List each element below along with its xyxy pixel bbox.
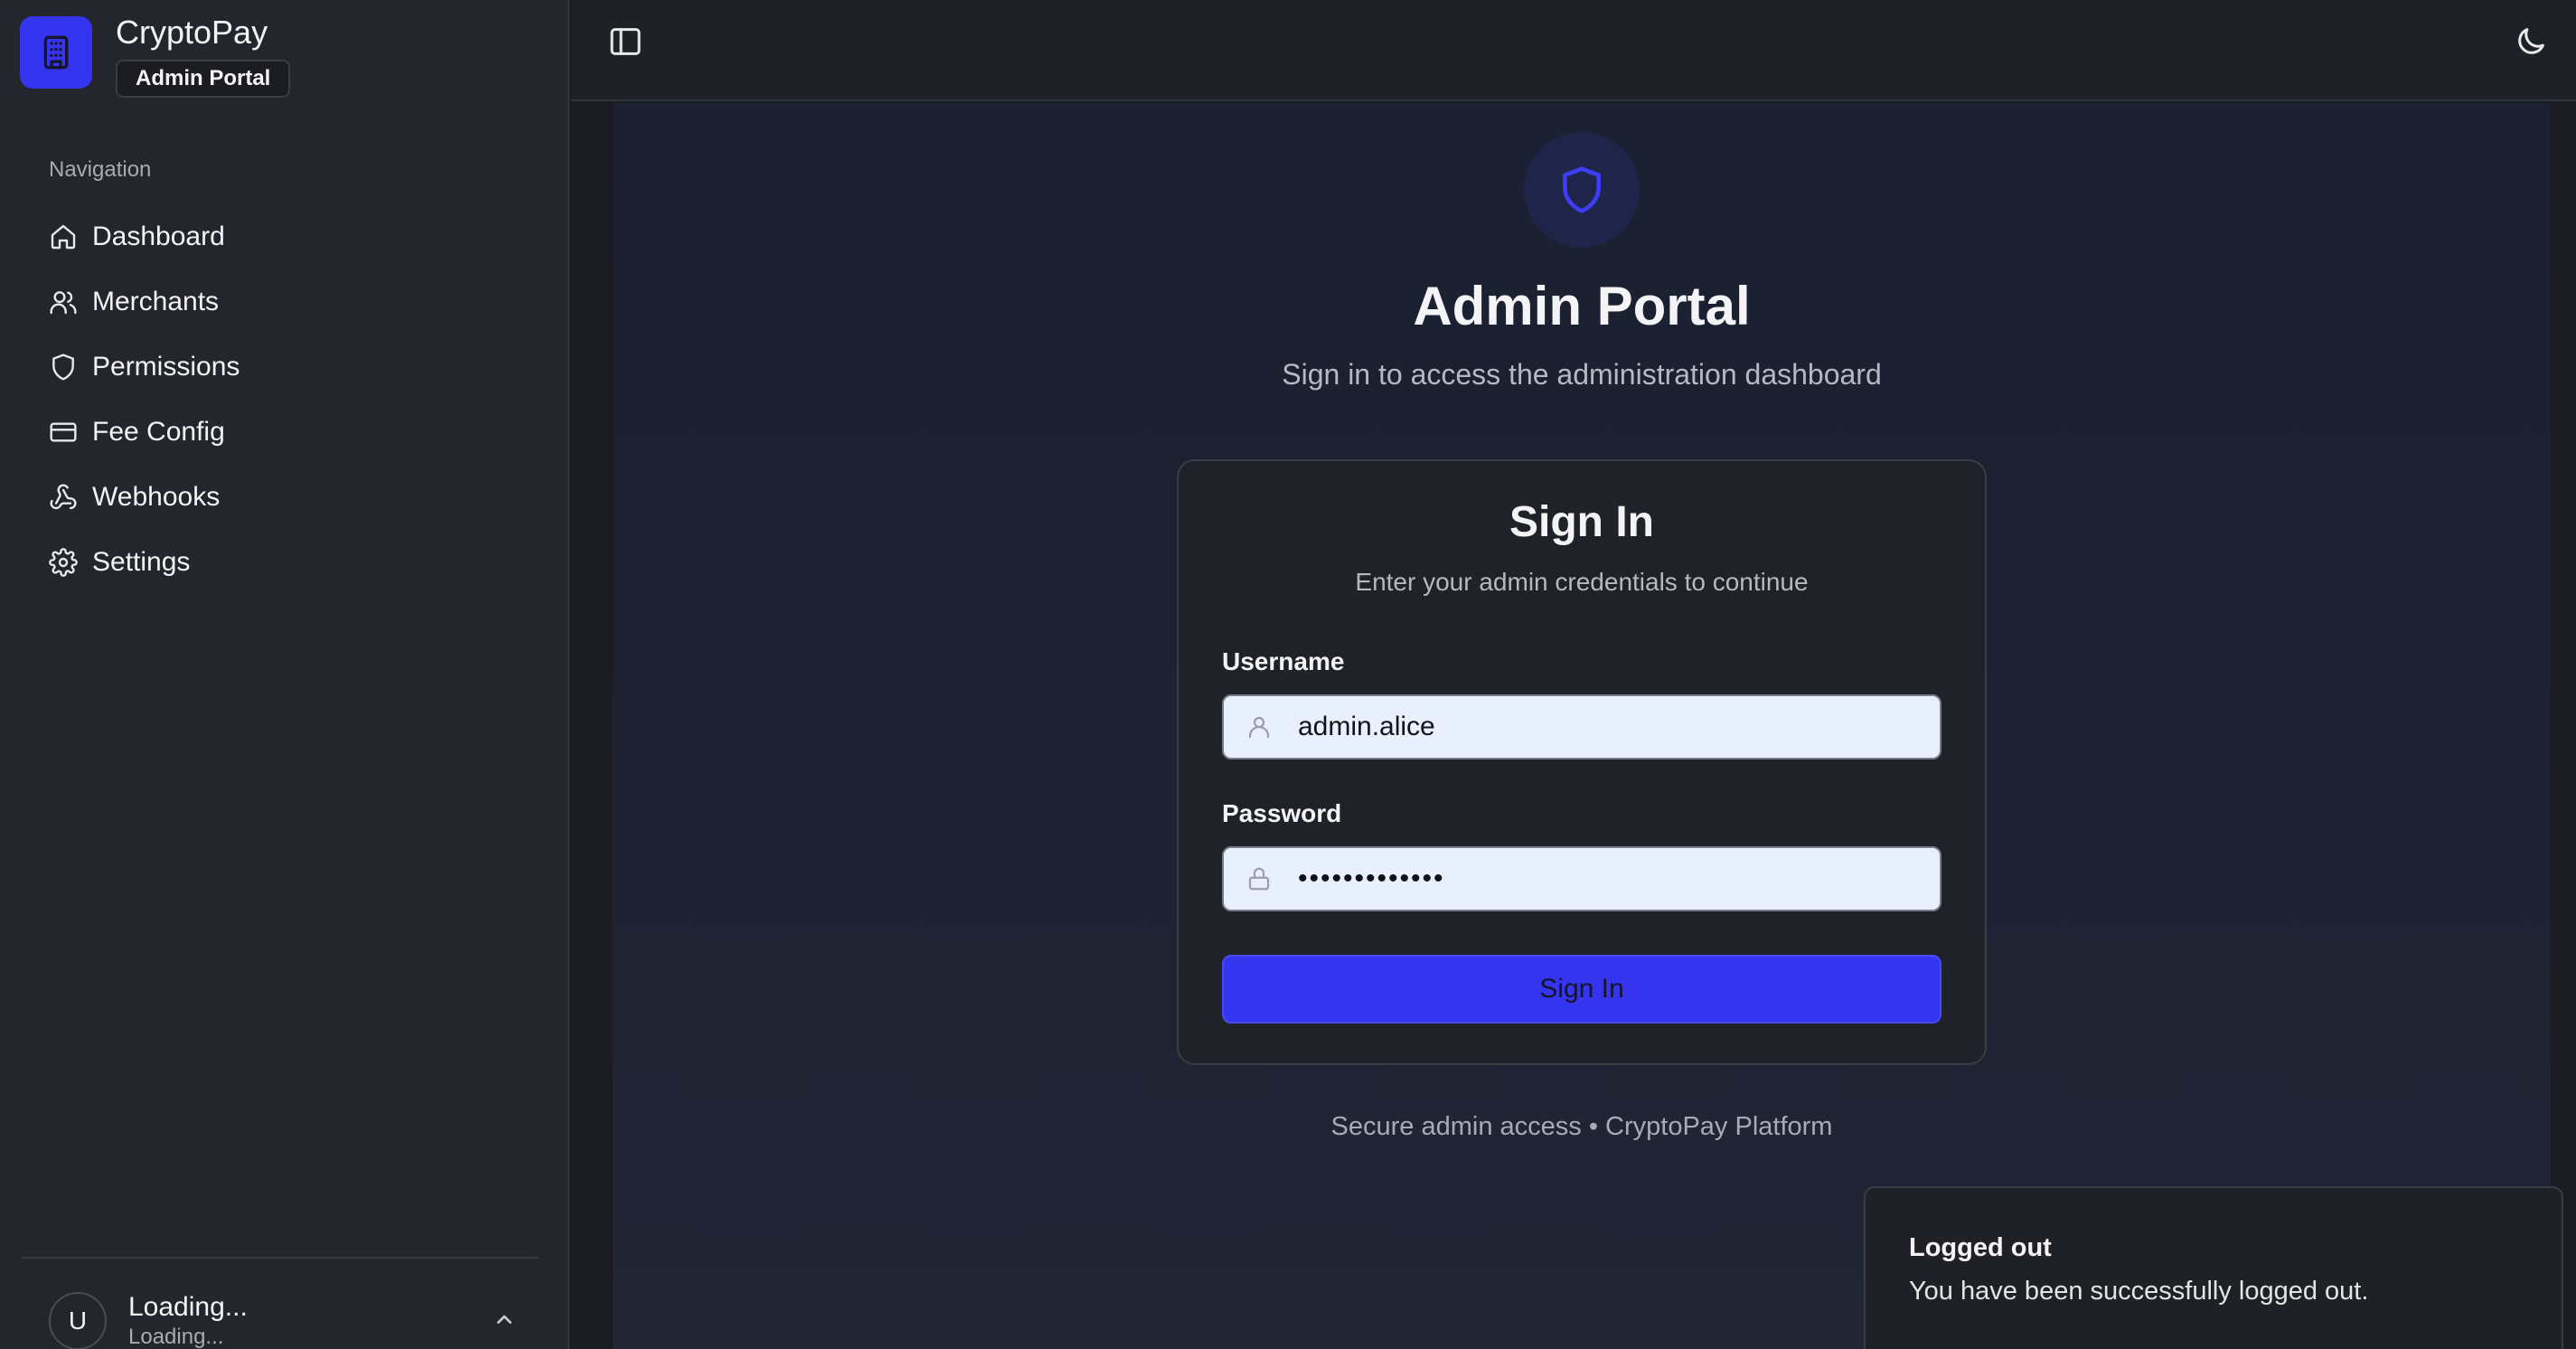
card-title: Sign In xyxy=(1509,498,1654,546)
brand-name: CryptoPay xyxy=(116,14,268,51)
sidebar-divider xyxy=(22,1257,539,1259)
sidebar: CryptoPay Admin Portal Navigation Dashbo… xyxy=(0,0,569,1349)
password-label: Password xyxy=(1222,799,1342,827)
shield-icon xyxy=(52,354,74,381)
sidebar-item-merchants[interactable]: Merchants xyxy=(49,269,240,335)
gear-icon xyxy=(49,548,78,577)
toast-title: Logged out xyxy=(1909,1233,2052,1262)
credit-card-icon xyxy=(50,422,77,442)
sidebar-item-label: Dashboard xyxy=(92,222,225,251)
username-value: admin.alice xyxy=(1298,712,1435,741)
shield-badge xyxy=(1524,132,1640,248)
user-icon xyxy=(1248,716,1270,739)
signin-card: Sign In Enter your admin credentials to … xyxy=(1177,459,1987,1065)
sidebar-item-label: Permissions xyxy=(92,352,240,382)
topbar xyxy=(571,0,2576,101)
username-label: Username xyxy=(1222,647,1345,675)
sidebar-toggle-icon[interactable] xyxy=(607,24,644,60)
building-icon xyxy=(20,16,92,89)
password-field[interactable]: ••••••••••••• xyxy=(1222,846,1941,911)
footer-note: Secure admin access • CryptoPay Platform xyxy=(1330,1112,1833,1141)
username-field[interactable]: admin.alice xyxy=(1222,694,1941,759)
brand: CryptoPay Admin Portal xyxy=(20,14,291,98)
sidebar-item-label: Webhooks xyxy=(92,482,221,512)
page-subtitle: Sign in to access the administration das… xyxy=(1282,358,1882,391)
sidebar-item-label: Fee Config xyxy=(92,417,225,447)
password-value: ••••••••••••• xyxy=(1298,863,1445,893)
sidebar-item-fee-config[interactable]: Fee Config xyxy=(49,400,240,465)
user-menu[interactable]: U Loading... Loading... xyxy=(49,1291,519,1349)
moon-icon[interactable] xyxy=(2513,24,2549,60)
card-description: Enter your admin credentials to continue xyxy=(1355,568,1809,596)
sidebar-item-label: Merchants xyxy=(92,287,220,316)
nav-heading: Navigation xyxy=(49,157,152,182)
users-icon xyxy=(50,291,77,315)
page-title: Admin Portal xyxy=(1413,276,1751,336)
sidebar-nav: Dashboard Merchants Permissions Fee Conf… xyxy=(49,204,240,595)
toast-notification: Logged out You have been successfully lo… xyxy=(1864,1186,2563,1349)
main-content: Admin Portal Sign in to access the admin… xyxy=(613,103,2551,1349)
lock-icon xyxy=(1248,867,1270,891)
signin-button[interactable]: Sign In xyxy=(1222,955,1941,1024)
sidebar-item-dashboard[interactable]: Dashboard xyxy=(49,204,240,269)
sidebar-item-webhooks[interactable]: Webhooks xyxy=(49,465,240,530)
avatar: U xyxy=(49,1292,107,1349)
user-name: Loading... xyxy=(128,1292,248,1322)
chevron-up-icon[interactable] xyxy=(490,1306,519,1335)
user-subtitle: Loading... xyxy=(128,1325,224,1349)
sidebar-item-label: Settings xyxy=(92,547,191,577)
sidebar-item-permissions[interactable]: Permissions xyxy=(49,335,240,400)
brand-badge: Admin Portal xyxy=(116,60,291,98)
sidebar-item-settings[interactable]: Settings xyxy=(49,530,240,595)
webhook-icon xyxy=(50,484,77,510)
toast-message: You have been successfully logged out. xyxy=(1909,1277,2369,1306)
shield-icon xyxy=(1563,166,1601,213)
home-icon xyxy=(51,224,76,250)
